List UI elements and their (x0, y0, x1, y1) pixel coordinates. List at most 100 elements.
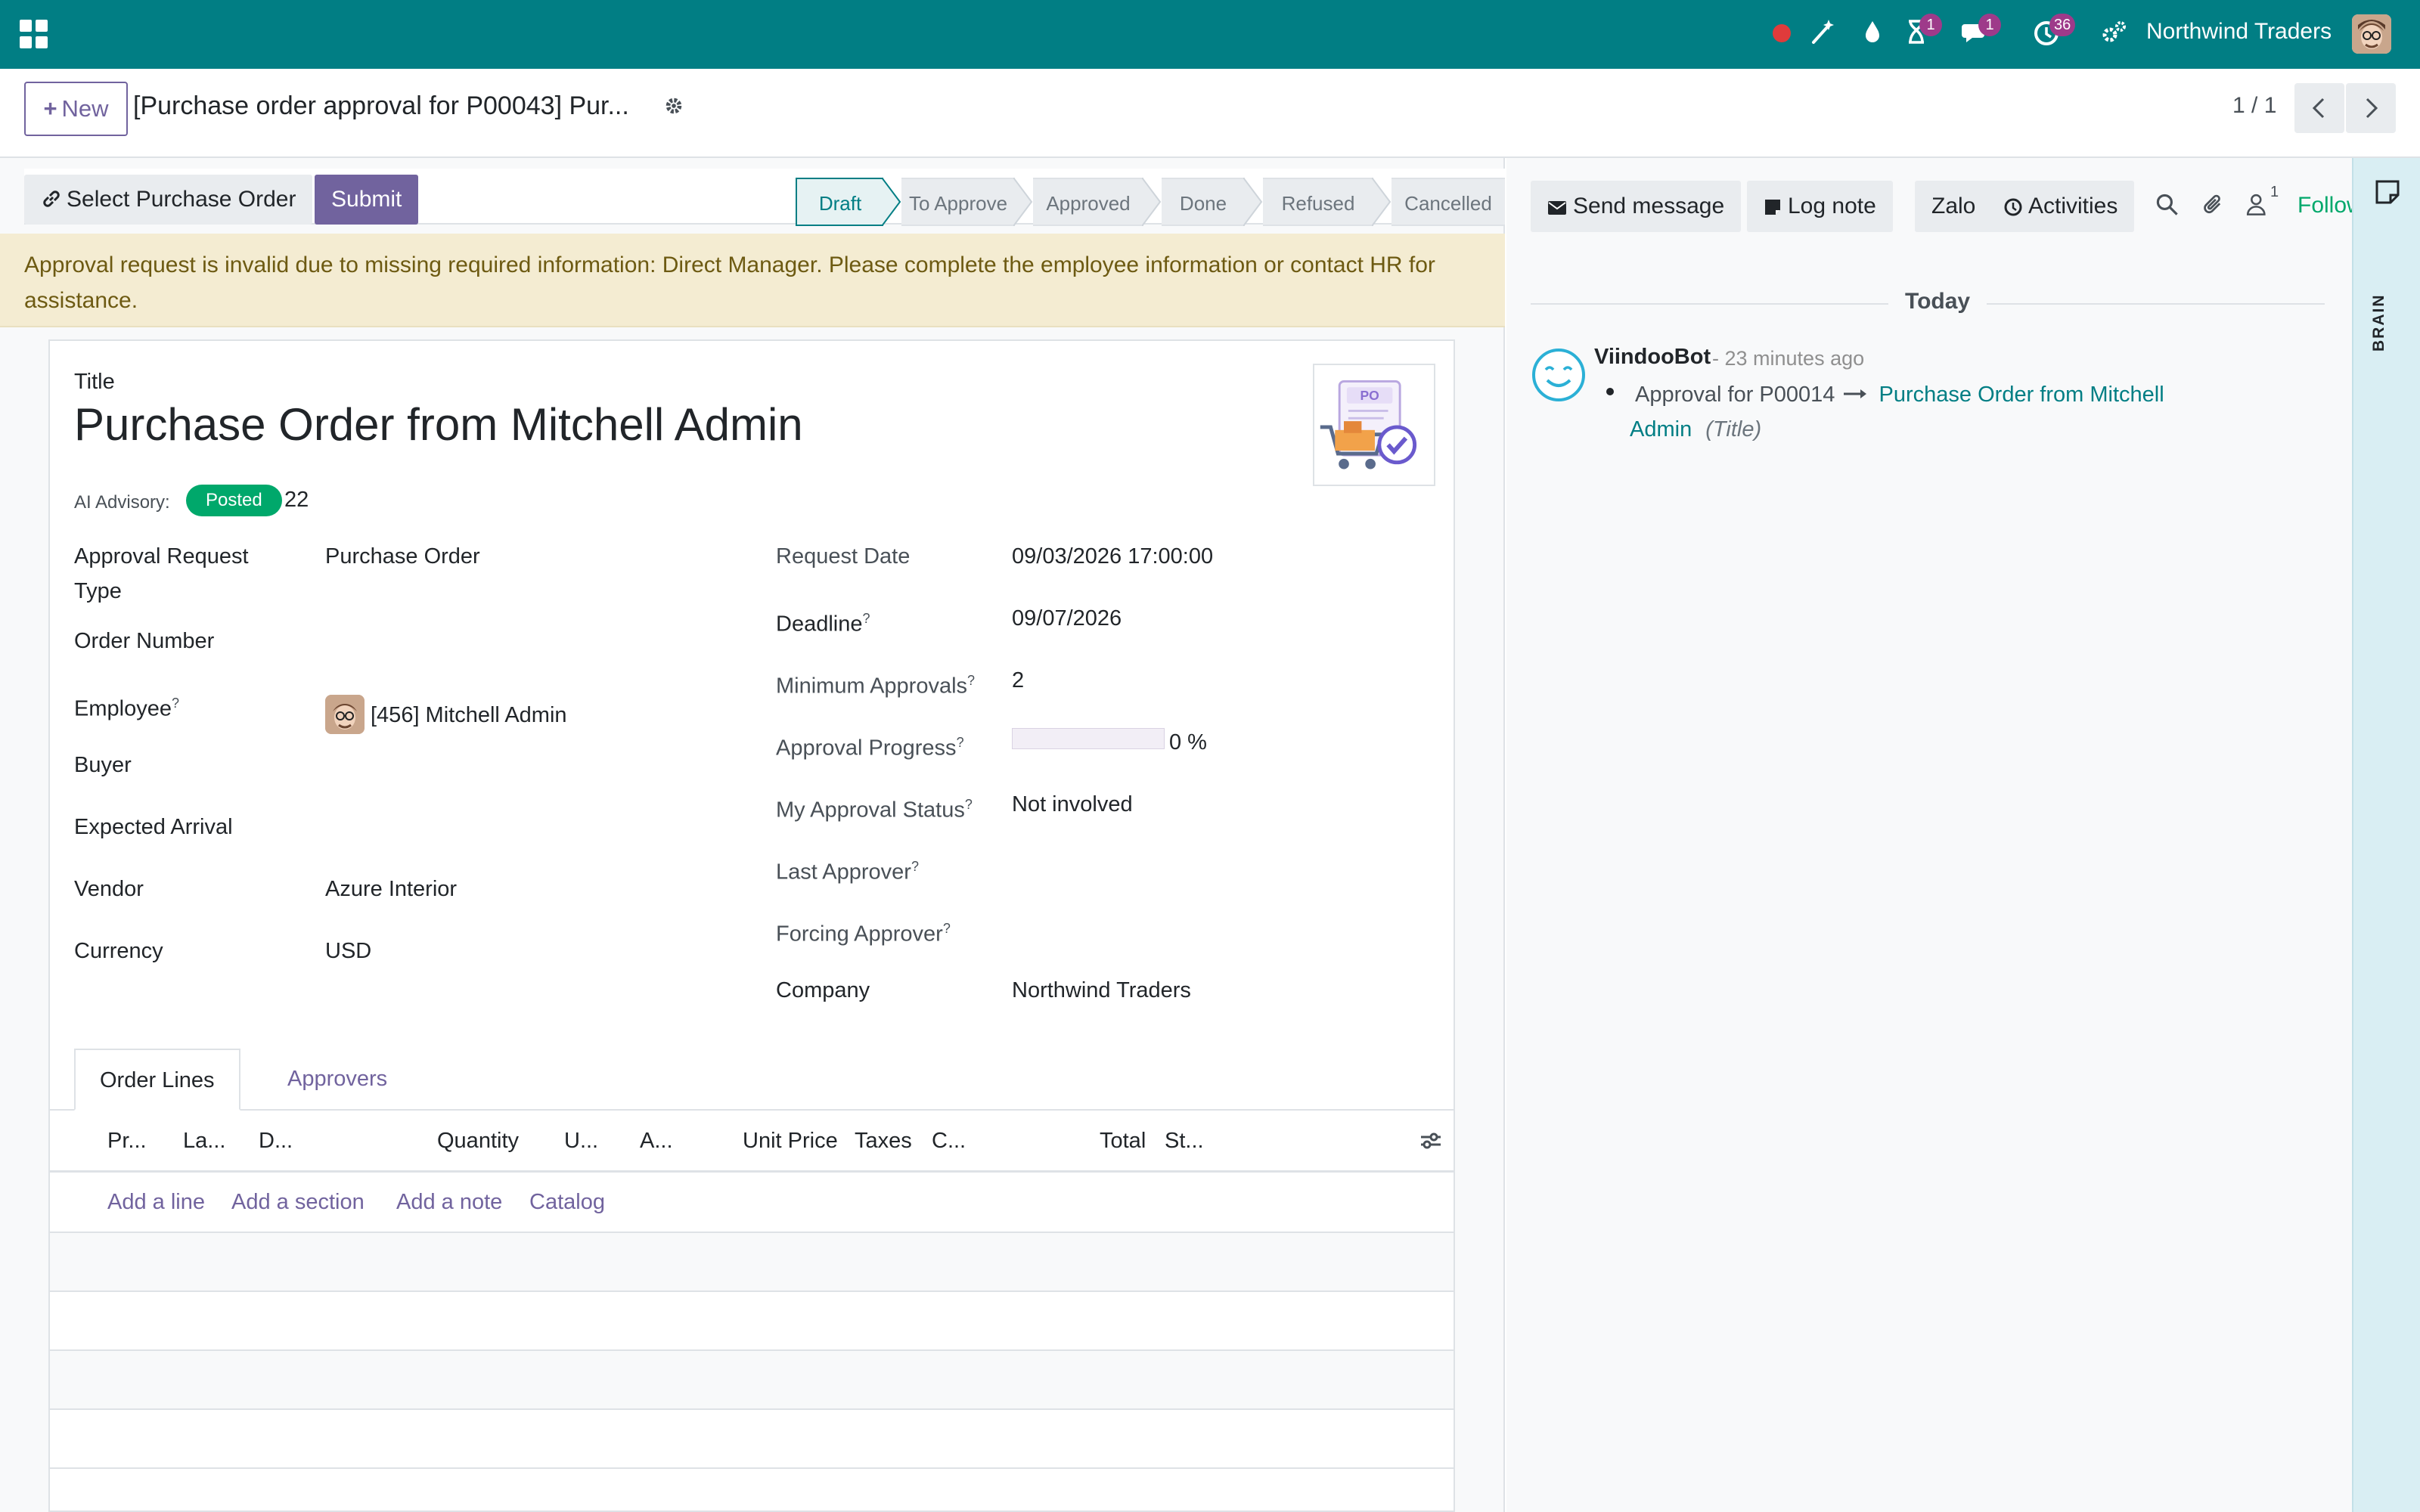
submit-button[interactable]: Submit (315, 175, 419, 225)
column-header[interactable]: St... (1165, 1111, 1204, 1171)
stage-approved[interactable]: Approved (1033, 178, 1143, 226)
search-icon[interactable] (2154, 191, 2184, 222)
help-tooltip-icon[interactable]: ? (911, 859, 919, 874)
followers-icon[interactable]: 1 (2245, 184, 2279, 222)
select-purchase-order-button[interactable]: Select Purchase Order (24, 175, 313, 225)
column-header[interactable]: C... (932, 1111, 966, 1171)
approval-progress-value: 0 % (1169, 730, 1207, 754)
employee-label-text: Employee (74, 696, 172, 721)
help-tooltip-icon[interactable]: ? (957, 735, 964, 750)
gear-icon[interactable] (662, 94, 687, 119)
tab-order-lines[interactable]: Order Lines (74, 1049, 240, 1111)
add-a-note-link[interactable]: Add a note (396, 1173, 502, 1232)
stage-label: Approved (1046, 192, 1131, 215)
company-switcher[interactable]: Northwind Traders (2146, 19, 2332, 45)
column-header[interactable]: Total (1100, 1111, 1146, 1171)
messages-icon[interactable]: 1 (1960, 14, 2001, 50)
stage-done[interactable]: Done (1162, 178, 1245, 226)
column-header[interactable]: Quantity (437, 1111, 519, 1171)
user-avatar[interactable] (2352, 14, 2391, 54)
message-author[interactable]: ViindooBot (1594, 345, 1711, 370)
activities-button[interactable]: Activities (1987, 181, 2135, 232)
column-header[interactable]: U... (564, 1111, 598, 1171)
settings-icon[interactable] (2099, 17, 2133, 50)
new-button[interactable]: + New (24, 82, 128, 136)
pager-value[interactable]: 1 / 1 (2232, 93, 2276, 119)
order-number-label: Order Number (74, 629, 215, 653)
order-number-field[interactable] (325, 624, 718, 658)
currency-field[interactable]: USD (325, 934, 371, 968)
minimum-approvals-label-text: Minimum Approvals (776, 674, 968, 699)
tracking-new-value: Purchase Order from Mitchell (1879, 383, 2164, 407)
stage-draft[interactable]: Draft (796, 178, 883, 226)
add-a-section-link[interactable]: Add a section (231, 1173, 365, 1232)
chatter-panel: Send message Log note Zalo Activities 1 … (1506, 158, 2363, 1512)
vendor-label: Vendor (74, 877, 144, 901)
brain-label[interactable]: BRAIN (2370, 276, 2388, 352)
employee-label: Employee? (74, 686, 179, 727)
company-field[interactable]: Northwind Traders (1012, 973, 1191, 1008)
request-date-field[interactable]: 09/03/2026 17:00:00 (1012, 539, 1213, 574)
send-message-button[interactable]: Send message (1531, 181, 1742, 232)
help-tooltip-icon[interactable]: ? (172, 696, 179, 711)
apps-menu-icon[interactable] (20, 20, 48, 48)
column-header[interactable]: Unit Price (743, 1111, 838, 1171)
date-divider-label: Today (1888, 289, 1987, 314)
stage-label: Draft (818, 192, 862, 215)
add-a-line-link[interactable]: Add a line (107, 1173, 205, 1232)
new-button-label: New (61, 95, 109, 122)
last-approver-label-text: Last Approver (776, 860, 911, 885)
stage-to-approve[interactable]: To Approve (901, 178, 1015, 226)
clock-icon[interactable]: 36 (2031, 14, 2076, 50)
tracking-value-change: Approval for P00014 Purchase Order from … (1635, 377, 2164, 412)
brain-sidebar: BRAIN (2352, 158, 2420, 1512)
tab-approvers[interactable]: Approvers (263, 1049, 411, 1111)
activity-badge: 1 (1919, 14, 1942, 36)
title-field[interactable]: Purchase Order from Mitchell Admin (74, 398, 803, 451)
help-tooltip-icon[interactable]: ? (862, 611, 870, 626)
activities-label: Activities (2028, 194, 2118, 218)
approval-type-label: Approval Request Type (74, 544, 249, 603)
zalo-button[interactable]: Zalo (1915, 181, 1993, 232)
my-approval-status-label: My Approval Status? (776, 787, 973, 828)
column-header[interactable]: La... (183, 1111, 225, 1171)
column-header[interactable]: Taxes (855, 1111, 912, 1171)
request-date-label: Request Date (776, 544, 911, 569)
hourglass-icon[interactable]: 1 (1901, 14, 1942, 50)
expected-arrival-field[interactable] (325, 810, 718, 844)
my-approval-status-field: Not involved (1012, 792, 1133, 816)
stage-cancelled[interactable]: Cancelled (1392, 178, 1505, 226)
approval-type-field[interactable]: Purchase Order (325, 539, 480, 574)
stage-refused[interactable]: Refused (1263, 178, 1373, 226)
note-icon[interactable] (2375, 179, 2400, 205)
bot-avatar (1531, 347, 1587, 403)
record-status-icon[interactable] (1767, 17, 1800, 50)
deadline-field[interactable]: 09/07/2026 (1012, 601, 1122, 636)
deadline-label: Deadline? (776, 601, 870, 642)
tracking-bullet (1606, 388, 1614, 395)
stage-label: Done (1179, 192, 1227, 215)
catalog-link[interactable]: Catalog (529, 1173, 605, 1232)
magic-wand-icon[interactable] (1807, 17, 1841, 50)
employee-field[interactable]: [456] Mitchell Admin (371, 698, 567, 733)
notebook-tabs: Order Lines Approvers (50, 1049, 1454, 1111)
column-header[interactable]: D... (259, 1111, 293, 1171)
approval-progress-label: Approval Progress? (776, 725, 964, 766)
purchase-order-image[interactable]: PO (1313, 364, 1435, 486)
help-tooltip-icon[interactable]: ? (943, 921, 951, 936)
column-header[interactable]: A... (640, 1111, 673, 1171)
po-image-label: PO (1360, 388, 1379, 403)
pager-next-button[interactable] (2346, 83, 2396, 133)
buyer-field[interactable] (325, 748, 718, 782)
drop-icon[interactable] (1857, 17, 1891, 50)
minimum-approvals-field: 2 (1012, 668, 1025, 692)
log-note-button[interactable]: Log note (1747, 181, 1893, 232)
pager-previous-button[interactable] (2294, 83, 2344, 133)
ai-advisory-label: AI Advisory: (74, 492, 170, 513)
help-tooltip-icon[interactable]: ? (967, 673, 975, 688)
help-tooltip-icon[interactable]: ? (965, 797, 973, 812)
optional-columns-icon[interactable] (1419, 1129, 1443, 1153)
vendor-field[interactable]: Azure Interior (325, 872, 457, 906)
column-header[interactable]: Pr... (107, 1111, 147, 1171)
attachment-icon[interactable] (2201, 191, 2231, 222)
